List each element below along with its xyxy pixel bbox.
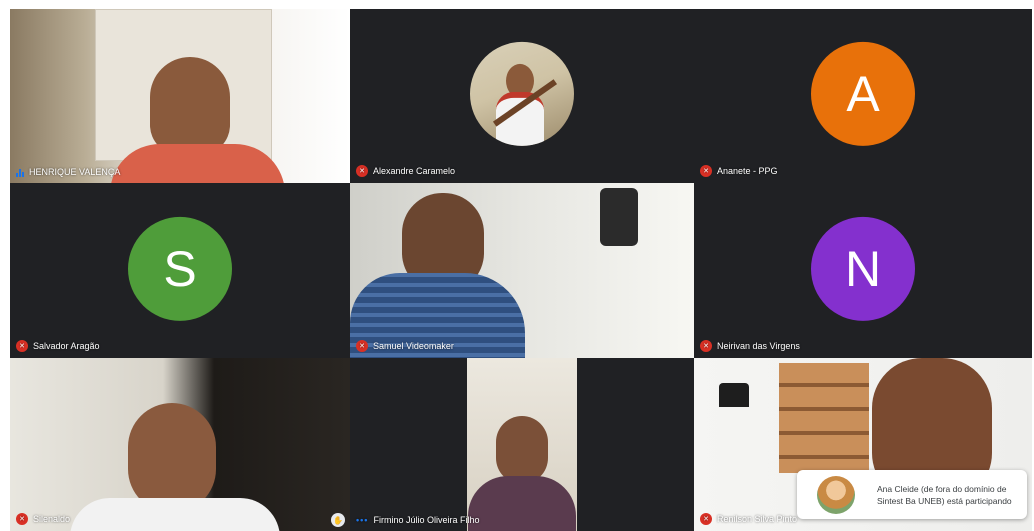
participant-name: ✕ Renilson Silva Pinto [700, 513, 797, 525]
participant-tile-ananete[interactable]: A ✕ Ananete - PPG [694, 9, 1032, 183]
participant-tile-salvador[interactable]: S ✕ Salvador Aragão [10, 183, 350, 358]
person-video [496, 416, 548, 484]
participant-avatar-photo [470, 41, 574, 146]
participant-name: ✕ Ananete - PPG [700, 165, 778, 177]
participant-name: ✕ Neirivan das Virgens [700, 340, 800, 352]
participant-name: ✕ Silenaldo [16, 513, 70, 525]
mic-off-icon: ✕ [16, 513, 28, 525]
mic-off-icon: ✕ [700, 513, 712, 525]
participant-tile-alexandre[interactable]: ✕ Alexandre Caramelo [350, 9, 694, 183]
participant-tile-henrique[interactable]: HENRIQUE VALENÇA [10, 9, 350, 183]
avatar: A [811, 41, 915, 146]
participant-name: ✕ Alexandre Caramelo [356, 165, 455, 177]
participant-tile-firmino[interactable]: ••• Firmino Júlio Oliveira Filho [350, 358, 694, 531]
participant-name: ••• Firmino Júlio Oliveira Filho [356, 515, 480, 525]
person-shirt [110, 144, 285, 183]
person-video [150, 57, 230, 155]
notification-text: Ana Cleide (de fora do domínio de Sintes… [877, 483, 1012, 506]
mic-off-icon: ✕ [356, 165, 368, 177]
person-shirt [468, 476, 576, 531]
hand-icon[interactable]: ✋ [331, 513, 345, 527]
person-shirt [70, 498, 280, 531]
participant-name: HENRIQUE VALENÇA [16, 167, 120, 177]
wall-speaker [600, 188, 638, 246]
participant-tile-samuel[interactable]: ✕ Samuel Videomaker [350, 183, 694, 358]
avatar [817, 475, 855, 514]
participant-name: ✕ Salvador Aragão [16, 340, 100, 352]
participant-name: ✕ Samuel Videomaker [356, 340, 454, 352]
join-notification[interactable]: Ana Cleide (de fora do domínio de Sintes… [797, 470, 1027, 519]
audio-dots-icon: ••• [356, 515, 369, 525]
mic-off-icon: ✕ [700, 165, 712, 177]
participant-tile-neirivan[interactable]: N ✕ Neirivan das Virgens [694, 183, 1032, 358]
avatar: N [811, 216, 915, 321]
mic-off-icon: ✕ [356, 340, 368, 352]
mic-off-icon: ✕ [700, 340, 712, 352]
participant-tile-silenaldo[interactable]: ✕ Silenaldo ✋ [10, 358, 350, 531]
avatar: S [128, 216, 232, 321]
bookshelf [779, 363, 869, 473]
audio-level-icon [16, 168, 24, 177]
floor-lamp [719, 383, 749, 407]
person-video [128, 403, 216, 513]
video-grid: HENRIQUE VALENÇA ✕ Alexandre Caramelo A … [10, 9, 1032, 531]
mic-off-icon: ✕ [16, 340, 28, 352]
